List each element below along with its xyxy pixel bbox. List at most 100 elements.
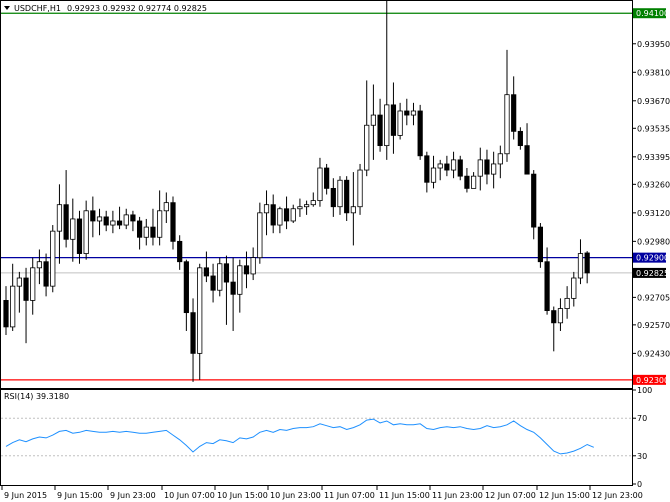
candle-body bbox=[404, 110, 410, 116]
candle-body bbox=[203, 267, 209, 277]
candle-body bbox=[470, 175, 477, 189]
candle-body bbox=[183, 261, 189, 314]
candle-body bbox=[157, 210, 163, 238]
price-tick-label: 0.93535 bbox=[637, 124, 670, 133]
candle-body bbox=[257, 212, 263, 259]
time-tick-label: 12 Jun 07:00 bbox=[485, 491, 536, 500]
candle-body bbox=[110, 220, 116, 226]
candle-body bbox=[76, 218, 83, 254]
candle-body bbox=[511, 94, 517, 132]
candle-body bbox=[50, 230, 56, 287]
price-tick-label: 0.93670 bbox=[637, 97, 670, 106]
candle-body bbox=[223, 263, 230, 283]
candle-body bbox=[277, 208, 283, 226]
candle-body bbox=[424, 155, 430, 183]
candle-body bbox=[450, 159, 457, 171]
candle-body bbox=[477, 159, 483, 177]
candle-body bbox=[56, 204, 63, 232]
candle-body bbox=[130, 214, 136, 222]
ohlc-values: 0.92923 0.92932 0.92774 0.92825 bbox=[67, 4, 207, 13]
chart-header: USDCHF,H1 0.92923 0.92932 0.92774 0.9282… bbox=[4, 4, 207, 13]
candle-body bbox=[197, 267, 203, 354]
candle-body bbox=[23, 277, 29, 301]
candle-body bbox=[63, 204, 69, 240]
time-tick-label: 10 Jun 07:00 bbox=[164, 491, 215, 500]
candle-body bbox=[83, 210, 89, 254]
time-tick-label: 10 Jun 15:00 bbox=[217, 491, 268, 500]
candle-body bbox=[491, 163, 497, 175]
price-tick-label: 0.92705 bbox=[637, 293, 670, 302]
time-tick-label: 9 Jun 15:00 bbox=[57, 491, 103, 500]
candle-body bbox=[497, 153, 503, 165]
candle-body bbox=[210, 275, 216, 291]
trading-chart-window: USDCHF,H1 0.92923 0.92932 0.92774 0.9282… bbox=[0, 0, 670, 502]
level-tag-label: 0.92900 bbox=[636, 254, 669, 263]
candle-body bbox=[177, 240, 183, 263]
rsi-tick-label: 0 bbox=[637, 480, 642, 489]
candle-body bbox=[344, 179, 350, 214]
time-tick-label: 11 Jun 07:00 bbox=[324, 491, 375, 500]
candle-body bbox=[464, 175, 470, 189]
price-tick-label: 0.92980 bbox=[637, 237, 670, 246]
candle-body bbox=[283, 208, 290, 222]
candle-body bbox=[270, 204, 276, 226]
price-tick-label: 0.92430 bbox=[637, 349, 670, 358]
rsi-indicator-label: RSI(14) 39.3180 bbox=[4, 392, 69, 401]
candle-body bbox=[43, 261, 49, 287]
candle-body bbox=[504, 94, 510, 155]
chart-background bbox=[0, 0, 670, 502]
time-tick-label: 10 Jun 23:00 bbox=[270, 491, 321, 500]
candle-body bbox=[410, 110, 417, 116]
candle-body bbox=[310, 200, 316, 206]
candle-body bbox=[484, 159, 490, 175]
rsi-tick-label: 100 bbox=[637, 386, 652, 395]
level-tag-label: 0.92300 bbox=[636, 376, 669, 385]
price-tick-label: 0.93260 bbox=[637, 180, 670, 189]
candle-body bbox=[397, 110, 403, 136]
candle-body bbox=[123, 214, 129, 226]
candle-body bbox=[357, 169, 363, 208]
candle-body bbox=[537, 226, 544, 263]
price-tick-label: 0.93810 bbox=[637, 68, 670, 77]
price-tick-label: 0.93120 bbox=[637, 209, 670, 218]
candle-body bbox=[384, 104, 390, 147]
candle-body bbox=[551, 310, 557, 324]
candle-body bbox=[390, 104, 397, 136]
level-tag-label: 0.94100 bbox=[636, 9, 669, 18]
candle-body bbox=[370, 114, 377, 126]
price-chart[interactable]: USDCHF,H1 0.92923 0.92932 0.92774 0.9282… bbox=[0, 0, 670, 502]
candle-body bbox=[3, 300, 9, 328]
candle-body bbox=[444, 163, 450, 171]
candle-body bbox=[217, 263, 223, 291]
candle-body bbox=[30, 267, 36, 301]
candle-body bbox=[364, 124, 370, 171]
candle-body bbox=[517, 130, 523, 147]
current-price-tag-label: 0.92825 bbox=[636, 269, 669, 278]
candle-body bbox=[457, 159, 463, 177]
candle-body bbox=[544, 261, 550, 311]
candle-body bbox=[36, 261, 43, 269]
time-tick-label: 12 Jun 15:00 bbox=[539, 491, 590, 500]
candle-body bbox=[143, 226, 149, 238]
rsi-tick-label: 70 bbox=[637, 414, 647, 423]
price-tick-label: 0.93395 bbox=[637, 153, 670, 162]
candle-body bbox=[163, 202, 169, 212]
candle-body bbox=[330, 187, 336, 208]
candle-body bbox=[377, 114, 383, 147]
candle-body bbox=[16, 277, 22, 287]
candle-body bbox=[531, 173, 537, 228]
candle-body bbox=[190, 312, 196, 354]
candle-body bbox=[417, 110, 423, 157]
candle-body bbox=[103, 216, 109, 226]
price-tick-label: 0.93950 bbox=[637, 40, 670, 49]
candle-body bbox=[430, 167, 437, 183]
time-tick-label: 11 Jun 15:00 bbox=[379, 491, 430, 500]
candle-body bbox=[437, 163, 443, 169]
candle-body bbox=[263, 204, 270, 214]
candle-body bbox=[290, 208, 296, 222]
time-tick-label: 9 Jun 23:00 bbox=[110, 491, 156, 500]
candle-body bbox=[70, 218, 76, 240]
candle-body bbox=[230, 281, 236, 295]
candle-body bbox=[116, 220, 123, 226]
candle-body bbox=[136, 220, 143, 238]
